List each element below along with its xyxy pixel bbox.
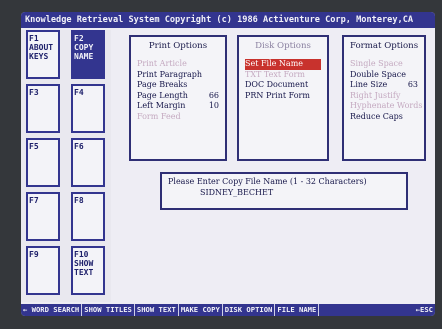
reduce-caps-item[interactable]: Reduce Caps xyxy=(350,112,418,123)
f9-key[interactable]: F9 xyxy=(26,246,60,295)
f10-key-label: F10 SHOW TEXT xyxy=(74,250,94,277)
left-margin-item[interactable]: Left Margin 10 xyxy=(137,101,219,112)
page-length-value: 66 xyxy=(208,90,219,100)
disk-options-title: Disk Options xyxy=(255,41,311,51)
form-feed-label: Form Feed xyxy=(137,111,181,121)
make-copy-command[interactable]: MAKE COPY xyxy=(179,304,223,316)
f6-key[interactable]: F6 xyxy=(71,138,105,187)
f4-key-label: F4 xyxy=(74,88,84,97)
file-name-input[interactable]: SIDNEY_BECHET xyxy=(200,188,400,197)
function-key-panel: F1 ABOUT KEYS F2 COPY NAME F3 F4 F5 F6 F… xyxy=(21,30,111,302)
dialog-prompt: Please Enter Copy File Name (1 - 32 Char… xyxy=(168,177,367,186)
right-justify-item[interactable]: Right Justify xyxy=(350,91,418,102)
page-breaks-label: Page Breaks xyxy=(137,80,188,89)
f8-key-label: F8 xyxy=(74,196,84,205)
f1-key-label: F1 ABOUT KEYS xyxy=(29,34,54,61)
f2-key-label: F2 COPY NAME xyxy=(74,34,94,61)
f5-key[interactable]: F5 xyxy=(26,138,60,187)
prn-print-form-label: PRN Print Form xyxy=(245,90,310,100)
line-size-label: Line Size xyxy=(350,80,388,89)
format-options-panel: Format Options Single Space Double Space… xyxy=(342,35,426,161)
command-bar: ← WORD SEARCH SHOW TITLES SHOW TEXT MAKE… xyxy=(21,304,435,316)
f7-key-label: F7 xyxy=(29,196,39,205)
format-options-title: Format Options xyxy=(350,41,419,51)
title-bar: Knowledge Retrieval System Copyright (c)… xyxy=(21,12,435,28)
txt-text-form-item[interactable]: TXT Text Form xyxy=(245,70,321,81)
doc-document-label: DOC Document xyxy=(245,80,309,89)
print-article-label: Print Article xyxy=(137,59,187,68)
monitor-bezel: Knowledge Retrieval System Copyright (c)… xyxy=(0,0,442,329)
double-space-label: Double Space xyxy=(350,69,406,79)
f3-key-label: F3 xyxy=(29,88,39,97)
f3-key[interactable]: F3 xyxy=(26,84,60,133)
single-space-item[interactable]: Single Space xyxy=(350,59,418,70)
hyphenate-words-item[interactable]: Hyphenate Words xyxy=(350,101,422,112)
left-margin-label: Left Margin xyxy=(137,101,186,110)
hyphenate-words-label: Hyphenate Words xyxy=(350,101,423,110)
single-space-label: Single Space xyxy=(350,59,403,68)
f9-key-label: F9 xyxy=(29,250,39,259)
print-options-panel: Print Options Print Article Print Paragr… xyxy=(129,35,227,161)
disk-option-command[interactable]: DISK OPTION xyxy=(223,304,276,316)
f7-key[interactable]: F7 xyxy=(26,192,60,241)
file-name-command[interactable]: FILE NAME xyxy=(275,304,320,316)
f2-key[interactable]: F2 COPY NAME xyxy=(71,30,105,79)
prn-print-form-item[interactable]: PRN Print Form xyxy=(245,91,321,102)
line-size-value: 63 xyxy=(407,80,418,89)
copy-file-name-dialog: Please Enter Copy File Name (1 - 32 Char… xyxy=(160,172,408,210)
print-paragraph-label: Print Paragraph xyxy=(137,69,203,79)
f6-key-label: F6 xyxy=(74,142,84,151)
set-file-name-item[interactable]: Set File Name xyxy=(245,59,321,70)
f5-key-label: F5 xyxy=(29,142,39,151)
f8-key[interactable]: F8 xyxy=(71,192,105,241)
form-feed-item[interactable]: Form Feed xyxy=(137,112,219,123)
word-search-command[interactable]: ← WORD SEARCH xyxy=(21,304,83,316)
page-breaks-item[interactable]: Page Breaks xyxy=(137,80,219,91)
f4-key[interactable]: F4 xyxy=(71,84,105,133)
left-margin-value: 10 xyxy=(208,101,219,110)
f10-key[interactable]: F10 SHOW TEXT xyxy=(71,246,105,295)
line-size-item[interactable]: Line Size 63 xyxy=(350,80,418,91)
disk-options-panel: Disk Options Set File Name TXT Text Form… xyxy=(237,35,329,161)
print-article-item[interactable]: Print Article xyxy=(137,59,219,70)
escape-command[interactable]: ←ESC xyxy=(414,304,435,316)
print-options-title: Print Options xyxy=(148,41,208,51)
right-justify-label: Right Justify xyxy=(350,90,401,100)
set-file-name-label: Set File Name xyxy=(245,59,304,68)
double-space-item[interactable]: Double Space xyxy=(350,70,418,81)
doc-document-item[interactable]: DOC Document xyxy=(245,80,321,91)
page-length-item[interactable]: Page Length 66 xyxy=(137,91,219,102)
page-length-label: Page Length xyxy=(137,90,188,100)
show-titles-command[interactable]: SHOW TITLES xyxy=(82,304,135,316)
show-text-command[interactable]: SHOW TEXT xyxy=(135,304,179,316)
f1-key[interactable]: F1 ABOUT KEYS xyxy=(26,30,60,79)
print-paragraph-item[interactable]: Print Paragraph xyxy=(137,70,219,81)
reduce-caps-label: Reduce Caps xyxy=(350,111,403,121)
txt-text-form-label: TXT Text Form xyxy=(245,69,305,79)
screen: Knowledge Retrieval System Copyright (c)… xyxy=(21,12,435,316)
